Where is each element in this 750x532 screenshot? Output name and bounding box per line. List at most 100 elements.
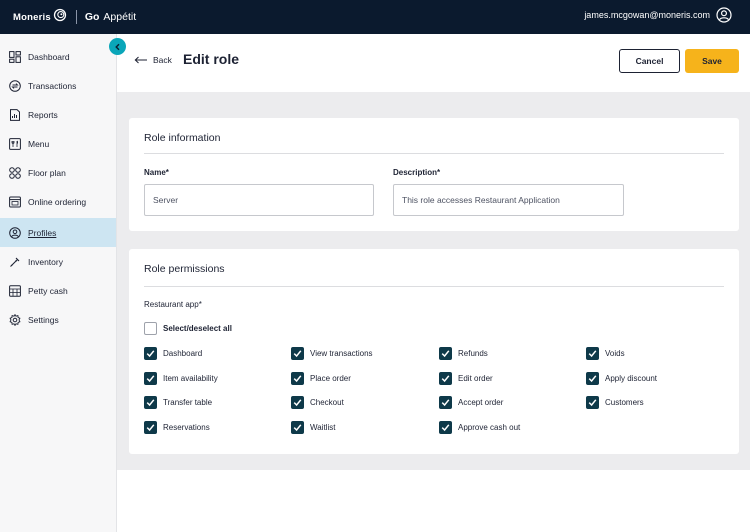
collapse-sidebar-button[interactable] (109, 38, 126, 55)
user-menu[interactable]: james.mcgowan@moneris.com (584, 7, 732, 23)
main-content: Role information Name* Server Descriptio… (117, 92, 750, 470)
chevron-left-icon (114, 43, 119, 50)
sidebar-item-online-ordering[interactable]: Online ordering (0, 187, 116, 216)
checkmark-icon[interactable] (439, 396, 452, 409)
checkmark-icon[interactable] (144, 372, 157, 385)
checkmark-icon[interactable] (144, 347, 157, 360)
permission-label: Approve cash out (458, 423, 521, 432)
menu-icon (8, 137, 21, 150)
arrow-left-icon (134, 56, 147, 64)
checkmark-icon[interactable] (439, 347, 452, 360)
permission-label: Reservations (163, 423, 210, 432)
sidebar: Dashboard Transactions Reports Menu Floo… (0, 34, 117, 532)
transactions-icon (8, 79, 21, 92)
checkmark-icon[interactable] (439, 372, 452, 385)
permission-label: Waitlist (310, 423, 336, 432)
description-field[interactable]: This role accesses Restaurant Applicatio… (393, 184, 624, 216)
name-label: Name* (144, 168, 169, 177)
permission-transfer-table-checkbox[interactable]: Transfer table (144, 396, 212, 409)
sidebar-item-menu[interactable]: Menu (0, 129, 116, 158)
back-link[interactable]: Back (134, 55, 172, 65)
checkmark-icon[interactable] (291, 347, 304, 360)
permission-label: Refunds (458, 349, 488, 358)
role-permissions-card: Role permissions Restaurant app* Select/… (129, 249, 739, 454)
divider (144, 286, 724, 287)
permission-label: Transfer table (163, 398, 213, 407)
cancel-button[interactable]: Cancel (619, 49, 680, 73)
permission-item-availability-checkbox[interactable]: Item availability (144, 372, 218, 385)
permission-edit-order-checkbox[interactable]: Edit order (439, 372, 493, 385)
settings-icon (8, 313, 21, 326)
checkbox-unchecked[interactable] (144, 322, 157, 335)
permission-label: View transactions (310, 349, 373, 358)
sidebar-item-label: Online ordering (28, 196, 87, 207)
name-field[interactable]: Server (144, 184, 374, 216)
permission-accept-order-checkbox[interactable]: Accept order (439, 396, 503, 409)
permission-apply-discount-checkbox[interactable]: Apply discount (586, 372, 657, 385)
checkmark-icon[interactable] (586, 372, 599, 385)
permission-label: Item availability (163, 374, 218, 383)
sidebar-item-reports[interactable]: Reports (0, 100, 116, 129)
user-avatar-icon[interactable] (716, 7, 732, 23)
moneris-swirl-icon (53, 8, 66, 22)
role-permissions-title: Role permissions (144, 263, 225, 275)
permission-refunds-checkbox[interactable]: Refunds (439, 347, 488, 360)
role-information-title: Role information (144, 132, 221, 144)
role-information-card: Role information Name* Server Descriptio… (129, 118, 739, 231)
permission-checkout-checkbox[interactable]: Checkout (291, 396, 344, 409)
user-email: james.mcgowan@moneris.com (584, 10, 710, 20)
inventory-icon (8, 255, 21, 268)
sidebar-item-petty-cash[interactable]: Petty cash (0, 276, 116, 305)
checkmark-icon[interactable] (291, 421, 304, 434)
permission-label: Customers (605, 398, 644, 407)
permission-voids-checkbox[interactable]: Voids (586, 347, 625, 360)
select-all-checkbox[interactable]: Select/deselect all (144, 322, 232, 335)
permission-approve-cash-out-checkbox[interactable]: Approve cash out (439, 421, 520, 434)
brand-appetit-text: Appétit (103, 11, 137, 23)
sidebar-item-label: Floor plan (28, 167, 66, 178)
brand-moneris-text: Moneris (13, 11, 51, 23)
permission-label: Edit order (458, 374, 493, 383)
sidebar-item-dashboard[interactable]: Dashboard (0, 42, 116, 71)
checkmark-icon[interactable] (144, 421, 157, 434)
permission-label: Place order (310, 374, 351, 383)
sidebar-item-label: Inventory (28, 256, 63, 267)
sidebar-item-label: Settings (28, 314, 59, 325)
sidebar-item-profiles[interactable]: Profiles (0, 218, 116, 247)
permission-view-transactions-checkbox[interactable]: View transactions (291, 347, 373, 360)
page-header: Back Edit role Cancel Save (117, 34, 750, 92)
permission-label: Accept order (458, 398, 504, 407)
permission-label: Dashboard (163, 349, 203, 358)
permission-waitlist-checkbox[interactable]: Waitlist (291, 421, 335, 434)
checkmark-icon[interactable] (586, 396, 599, 409)
select-all-label: Select/deselect all (163, 324, 232, 333)
divider (144, 153, 724, 154)
checkmark-icon[interactable] (439, 421, 452, 434)
checkmark-icon[interactable] (144, 396, 157, 409)
sidebar-item-transactions[interactable]: Transactions (0, 71, 116, 100)
checkmark-icon[interactable] (291, 396, 304, 409)
permission-place-order-checkbox[interactable]: Place order (291, 372, 351, 385)
checkmark-icon[interactable] (291, 372, 304, 385)
sidebar-item-inventory[interactable]: Inventory (0, 247, 116, 276)
sidebar-item-label: Petty cash (28, 285, 68, 296)
brand-divider (75, 10, 77, 24)
permission-reservations-checkbox[interactable]: Reservations (144, 421, 210, 434)
brand-logo[interactable]: Moneris Go Appétit (13, 7, 136, 27)
sidebar-item-label: Profiles (28, 227, 57, 238)
dashboard-icon (8, 50, 21, 63)
sidebar-item-label: Reports (28, 109, 58, 120)
permission-label: Apply discount (605, 374, 658, 383)
sidebar-item-label: Transactions (28, 80, 77, 91)
permission-customers-checkbox[interactable]: Customers (586, 396, 644, 409)
floor-plan-icon (8, 166, 21, 179)
reports-icon (8, 108, 21, 121)
brand-go-text: Go (84, 11, 100, 23)
top-bar: Moneris Go Appétit james.mcgowan@moneris… (0, 0, 750, 34)
sidebar-item-settings[interactable]: Settings (0, 305, 116, 334)
sidebar-item-label: Menu (28, 138, 50, 149)
permission-dashboard-checkbox[interactable]: Dashboard (144, 347, 202, 360)
save-button[interactable]: Save (685, 49, 739, 73)
sidebar-item-floor-plan[interactable]: Floor plan (0, 158, 116, 187)
checkmark-icon[interactable] (586, 347, 599, 360)
